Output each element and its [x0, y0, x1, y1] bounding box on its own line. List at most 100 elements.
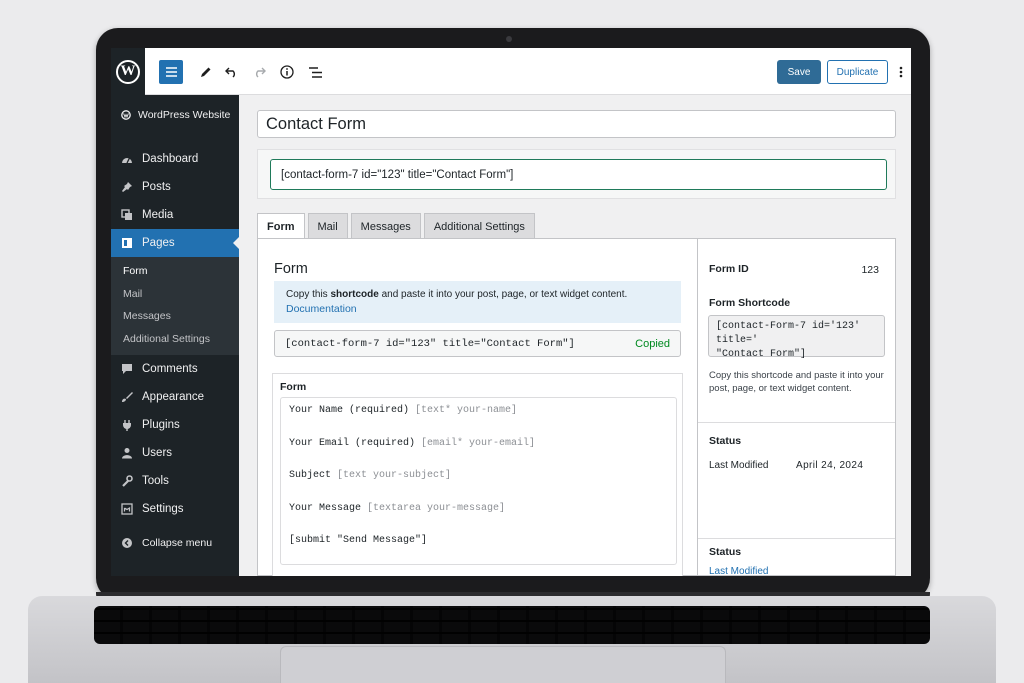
sidebar-item-media[interactable]: Media: [111, 201, 239, 229]
form-line: Your Message [textarea your-message]: [289, 502, 668, 535]
sidebar-item-label: Posts: [142, 181, 171, 193]
notice-text-bold: shortcode: [330, 289, 379, 300]
form-meta-sidebar: Form ID 123 Form Shortcode [contact-Form…: [697, 238, 896, 576]
form-line-text: Your Message: [289, 502, 368, 514]
sidebar-item-label: Dashboard: [142, 153, 199, 165]
sidebar-item-dashboard[interactable]: Dashboard: [111, 145, 239, 173]
submenu-item-additional-settings[interactable]: Additional Settings: [111, 328, 239, 351]
form-tag: [text your-subject]: [337, 470, 452, 481]
undo-icon: [224, 67, 235, 78]
last-modified-label: Last Modified: [709, 460, 769, 471]
sidebar-item-label: Tools: [142, 475, 169, 487]
sidebar-item-label: Users: [142, 447, 173, 459]
shortcode-input[interactable]: [contact-form-7 id="123" title="Contact …: [270, 159, 887, 190]
form-line-text: Your Name (required): [289, 405, 416, 416]
collapse-menu-button[interactable]: Collapse menu: [111, 529, 239, 557]
status-section: Status Last Modified April 24, 2024: [698, 423, 895, 539]
submenu-item-mail[interactable]: Mail: [111, 283, 239, 306]
pencil-icon: [200, 67, 210, 77]
list-view-icon: [165, 67, 177, 77]
form-tag: [textarea your-message]: [367, 502, 506, 514]
edit-button[interactable]: [195, 60, 215, 84]
form-title-input[interactable]: Contact Form: [257, 110, 896, 138]
shortcode-code: [contact-form-7 id="123" title="Contact …: [285, 337, 575, 350]
duplicate-button[interactable]: Duplicate: [827, 60, 888, 84]
site-name[interactable]: WordPress Website: [119, 108, 230, 121]
block-inserter-toggle[interactable]: [159, 60, 183, 84]
notice-text-pre: Copy this: [286, 289, 331, 300]
more-vertical-icon: [899, 66, 903, 78]
collapse-icon: [120, 537, 133, 550]
tab-messages[interactable]: Messages: [350, 213, 421, 239]
sidebar-item-label: Media: [142, 209, 174, 221]
save-button[interactable]: Save: [777, 60, 821, 84]
site-name-label: WordPress Website: [138, 108, 231, 121]
redo-button[interactable]: [249, 60, 269, 84]
sidebar-item-posts[interactable]: Posts: [111, 173, 239, 201]
collapse-menu-label: Collapse menu: [142, 537, 213, 549]
plug-icon: [120, 419, 133, 432]
sidebar-item-tools[interactable]: Tools: [111, 467, 239, 495]
pages-submenu: Form Mail Messages Additional Settings: [111, 257, 239, 355]
pages-icon: [120, 237, 133, 250]
documentation-link[interactable]: Documentation: [286, 302, 669, 317]
trackpad: [280, 646, 726, 683]
shortcode-line-1: [contact-Form-7 id='123' title=': [716, 321, 861, 346]
sidebar-item-label: Plugins: [142, 419, 180, 431]
form-template-box: Form Your Name (required) [text* your-na…: [272, 373, 683, 576]
form-line: [submit "Send Message"]: [289, 534, 668, 567]
shortcode-notice: Copy this shortcode and paste it into yo…: [274, 281, 681, 323]
comment-icon: [120, 363, 133, 376]
editor-tabs: Form Mail Messages Additional Settings: [257, 213, 535, 240]
notice-text-post: and paste it into your post, page, or te…: [378, 289, 628, 300]
brush-icon: [120, 391, 133, 404]
form-line: Subject [text your-subject]: [289, 469, 668, 502]
sidebar-item-comments[interactable]: Comments: [111, 355, 239, 383]
redo-icon: [255, 67, 266, 78]
wrench-icon: [120, 475, 133, 488]
form-shortcode-field[interactable]: [contact-Form-7 id='123' title=' "Contac…: [708, 315, 885, 360]
user-icon: [120, 447, 133, 460]
submenu-item-messages[interactable]: Messages: [111, 305, 239, 328]
details-button[interactable]: [277, 60, 297, 84]
sidebar-item-pages[interactable]: Pages: [111, 229, 239, 257]
form-line-text: Subject: [289, 470, 338, 481]
form-line-text: [submit "Send Message"]: [289, 535, 428, 546]
editor-toolbar: Save Duplicate: [145, 48, 911, 95]
shortcode-copy-field[interactable]: [contact-form-7 id="123" title="Contact …: [274, 330, 681, 357]
wordpress-logo-button[interactable]: W: [111, 48, 145, 95]
shortcode-line-2: "Contact Form"]: [716, 349, 807, 360]
tab-mail[interactable]: Mail: [307, 213, 348, 239]
outline-button[interactable]: [305, 60, 325, 84]
sidebar-item-settings[interactable]: Settings: [111, 495, 239, 523]
keyboard: [94, 606, 930, 644]
shortcode-bar: [contact-form-7 id="123" title="Contact …: [257, 149, 896, 199]
tab-form[interactable]: Form: [257, 213, 305, 240]
wordpress-icon: [119, 108, 132, 121]
status-label-2: Status: [709, 546, 742, 558]
sidebar-item-users[interactable]: Users: [111, 439, 239, 467]
form-line: Your Email (required) [email* your-email…: [289, 437, 668, 470]
submenu-item-form[interactable]: Form: [111, 260, 239, 283]
sidebar-item-label: Comments: [142, 363, 198, 375]
camera: [506, 36, 512, 42]
sidebar-item-plugins[interactable]: Plugins: [111, 411, 239, 439]
form-line-text: Your Email (required): [289, 437, 422, 449]
sidebar-item-appearance[interactable]: Appearance: [111, 383, 239, 411]
form-template-editor[interactable]: Your Name (required) [text* your-name] Y…: [280, 397, 677, 565]
sidebar-item-label: Settings: [142, 503, 184, 515]
more-options-button[interactable]: [895, 60, 907, 84]
shortcode-help-text: Copy this shortcode and paste it into yo…: [709, 370, 884, 394]
form-info-section: Form ID 123 Form Shortcode [contact-Form…: [698, 239, 895, 423]
last-modified-link[interactable]: Last Modified: [709, 566, 768, 576]
tab-additional-settings[interactable]: Additional Settings: [423, 213, 535, 239]
admin-menu: Dashboard Posts Media Pages Form Mail Me…: [111, 145, 239, 557]
list-icon: [308, 66, 322, 78]
form-tag: [email* your-email]: [421, 437, 536, 449]
info-icon: [280, 65, 294, 79]
undo-button[interactable]: [221, 60, 241, 84]
sidebar-item-label: Pages: [142, 237, 175, 249]
copied-status: Copied: [635, 337, 670, 350]
sidebar-item-label: Appearance: [142, 391, 205, 403]
wordpress-logo-icon: W: [116, 59, 140, 84]
